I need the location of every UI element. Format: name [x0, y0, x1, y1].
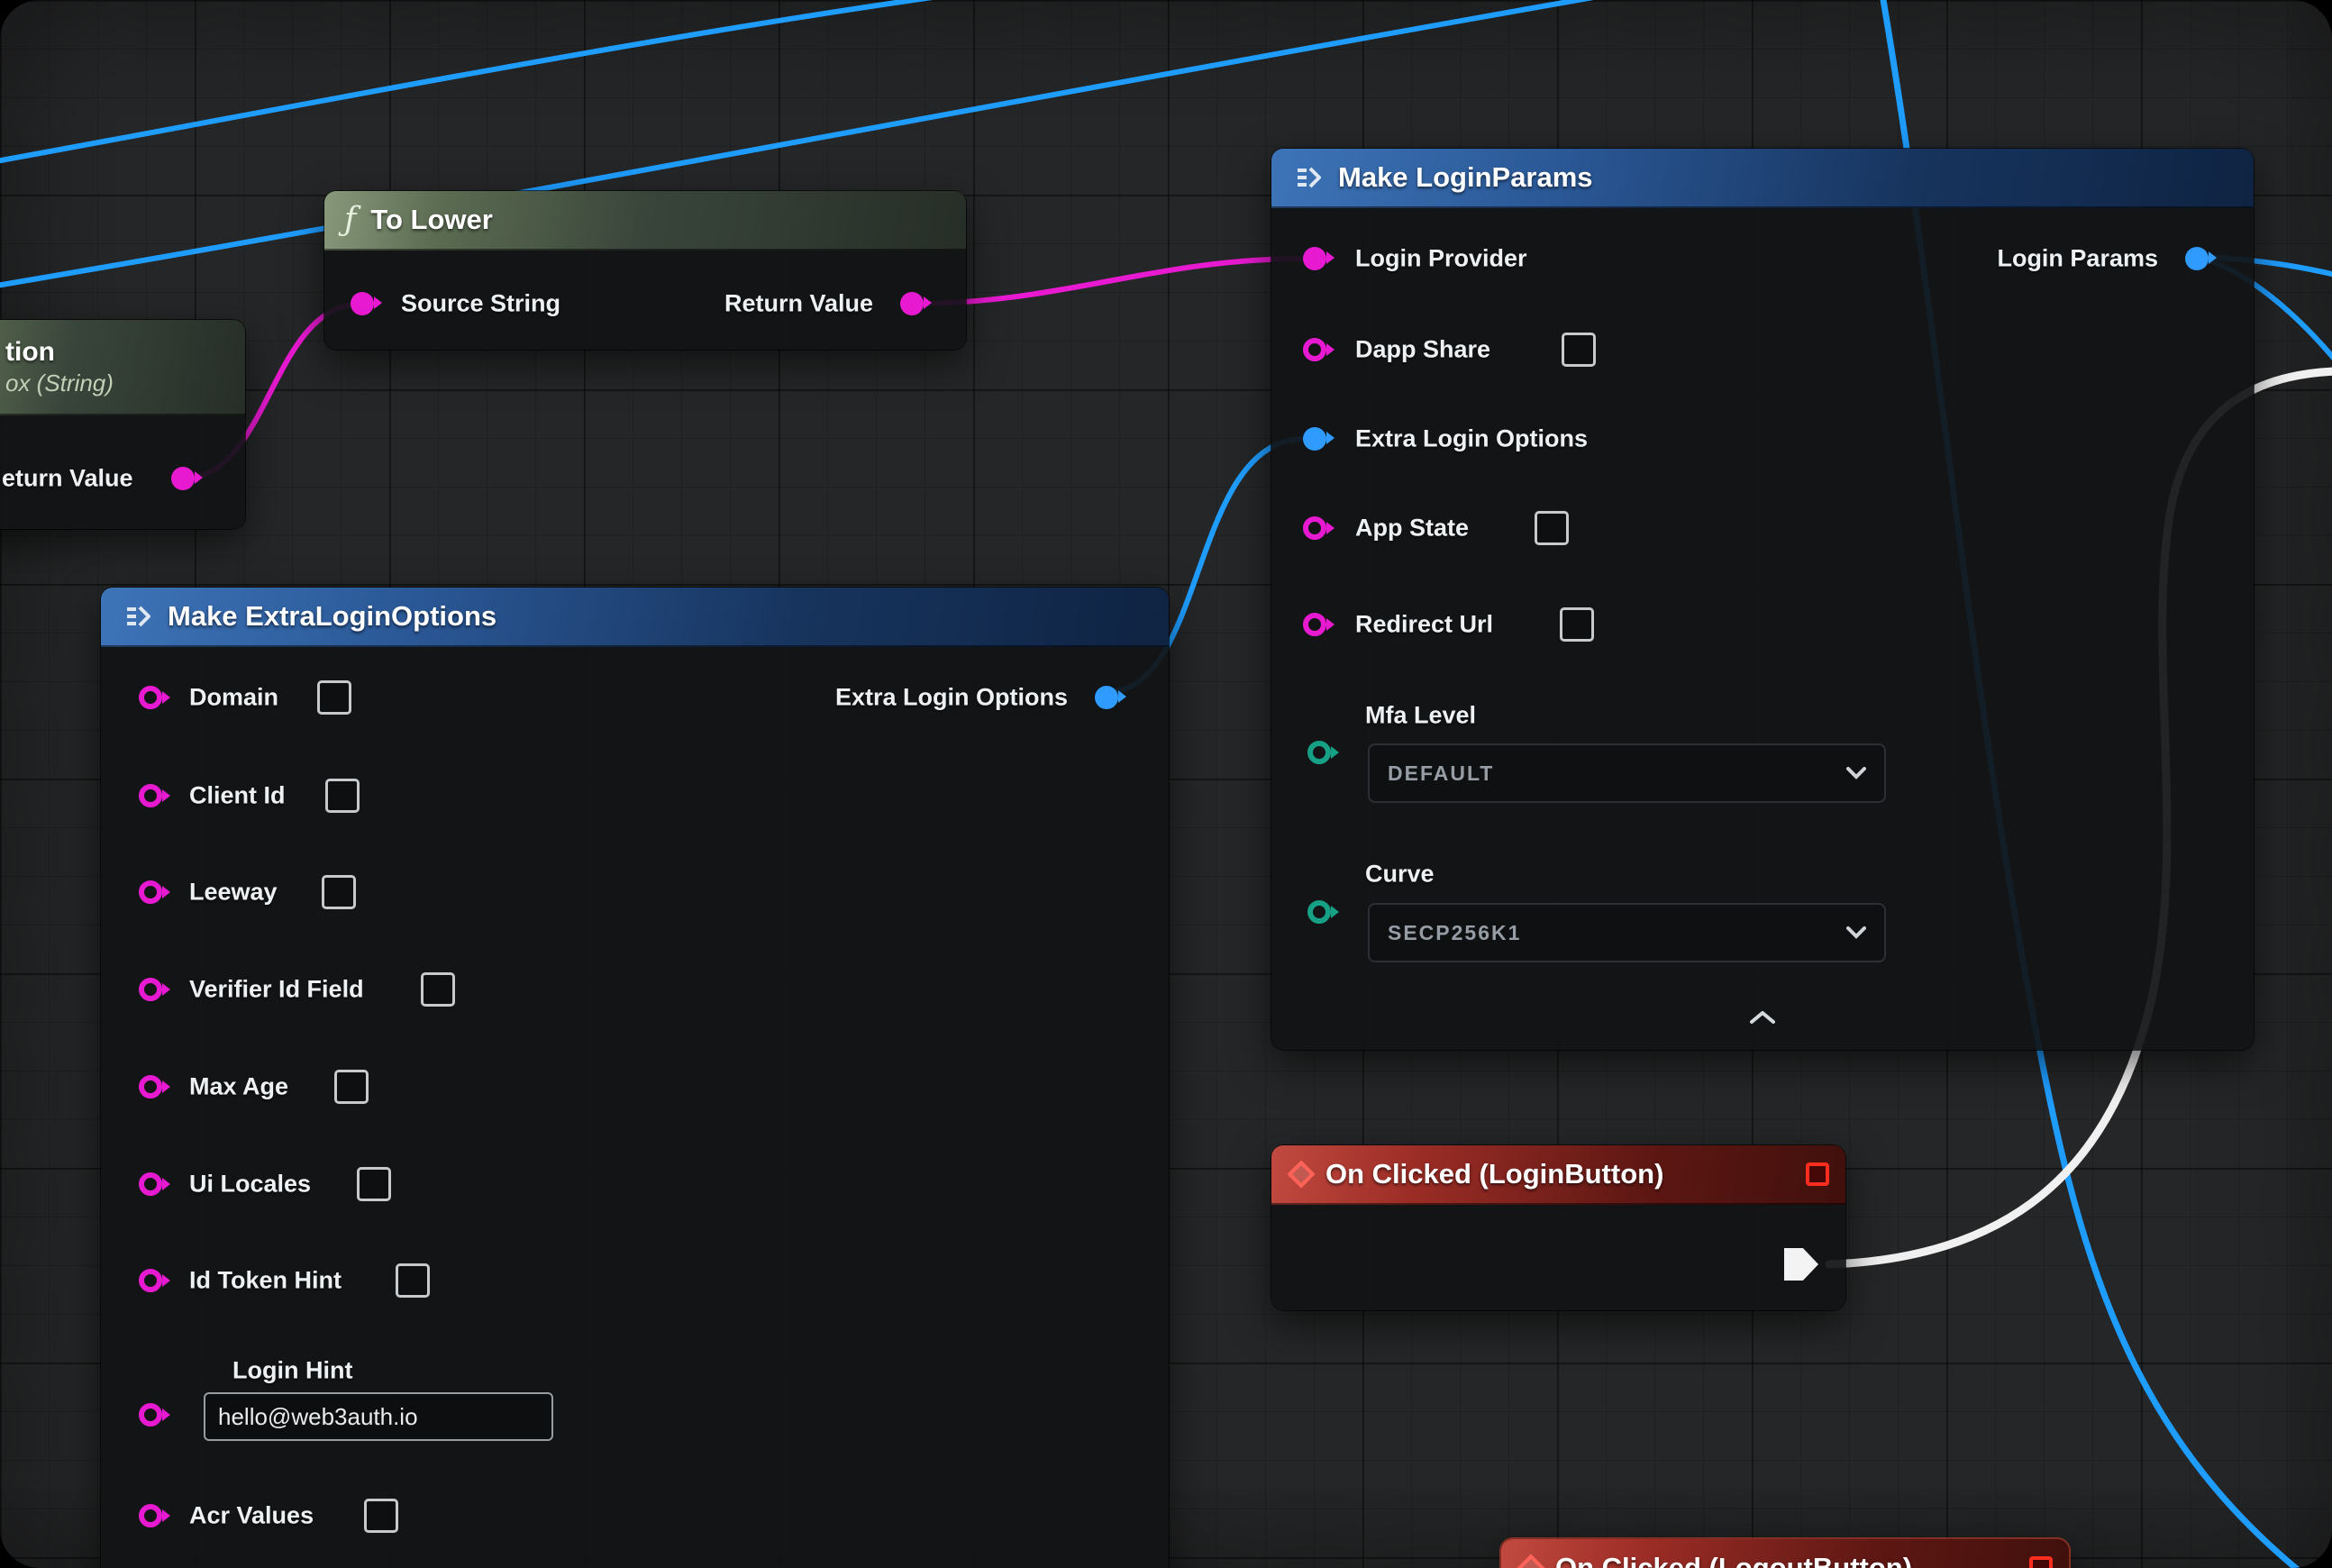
leeway-pin[interactable] [139, 880, 162, 904]
extra-login-options-out-label: Extra Login Options [835, 684, 1068, 712]
partial-node-title: tion [5, 337, 55, 368]
make-extraloginoptions-title: Make ExtraLoginOptions [168, 600, 496, 633]
event-icon [1517, 1554, 1544, 1568]
onclicked-logoutbutton-title: On Clicked (LogoutButton) [1555, 1552, 1912, 1568]
mfa-level-pin[interactable] [1307, 741, 1331, 764]
partial-output-label: eturn Value [2, 465, 133, 493]
mfa-level-dropdown[interactable]: DEFAULT [1368, 743, 1886, 803]
domain-label: Domain [189, 684, 278, 712]
node-make-loginparams[interactable]: Make LoginParams Login Provider Login Pa… [1271, 149, 2254, 1050]
return-value-pin[interactable] [900, 292, 924, 315]
id-token-hint-pin[interactable] [139, 1269, 162, 1292]
id-token-hint-label: Id Token Hint [189, 1267, 342, 1295]
node-to-lower[interactable]: ƒ To Lower Source String Return Value [324, 191, 966, 350]
delegate-pin[interactable] [2029, 1556, 2053, 1568]
to-lower-title: To Lower [370, 204, 492, 236]
max-age-pin[interactable] [139, 1075, 162, 1099]
source-string-pin[interactable] [351, 292, 374, 315]
acr-values-checkbox[interactable] [364, 1499, 398, 1533]
curve-pin[interactable] [1307, 900, 1331, 924]
node-onclicked-loginbutton[interactable]: On Clicked (LoginButton) [1271, 1145, 1845, 1310]
ui-locales-label: Ui Locales [189, 1171, 311, 1199]
domain-checkbox[interactable] [317, 680, 351, 715]
verifier-id-field-label: Verifier Id Field [189, 976, 364, 1004]
extra-login-options-in-pin[interactable] [1303, 427, 1326, 451]
curve-value: SECP256K1 [1388, 921, 1521, 945]
leeway-checkbox[interactable] [322, 875, 356, 909]
extra-login-options-out-pin[interactable] [1095, 686, 1118, 709]
verifier-id-field-checkbox[interactable] [421, 972, 455, 1007]
ui-locales-pin[interactable] [139, 1172, 162, 1196]
verifier-id-field-pin[interactable] [139, 978, 162, 1001]
client-id-pin[interactable] [139, 784, 162, 807]
exec-out-pin[interactable] [1784, 1248, 1818, 1281]
dapp-share-label: Dapp Share [1355, 336, 1490, 364]
delegate-pin[interactable] [1806, 1162, 1829, 1186]
max-age-checkbox[interactable] [334, 1070, 369, 1104]
function-icon: ƒ [344, 204, 356, 236]
partial-node-subtitle: ox (String) [5, 369, 114, 397]
collapse-node-chevron[interactable] [1747, 1009, 1778, 1030]
app-state-pin[interactable] [1303, 516, 1326, 540]
chevron-down-icon [1846, 926, 1866, 939]
client-id-label: Client Id [189, 782, 286, 810]
node-onclicked-logoutbutton[interactable]: On Clicked (LogoutButton) [1501, 1539, 2069, 1568]
wire-tolower-to-loginprovider[interactable] [912, 259, 1305, 304]
login-hint-pin[interactable] [139, 1403, 162, 1427]
make-struct-icon [121, 600, 153, 633]
node-partial-left[interactable]: tion ox (String) eturn Value [0, 320, 245, 529]
chevron-up-icon [1747, 1009, 1778, 1026]
source-string-label: Source String [401, 290, 560, 318]
ui-locales-checkbox[interactable] [357, 1167, 391, 1201]
mfa-level-label: Mfa Level [1365, 702, 1476, 730]
dapp-share-pin[interactable] [1303, 338, 1326, 361]
login-hint-input[interactable] [204, 1392, 553, 1441]
max-age-label: Max Age [189, 1073, 288, 1101]
make-struct-icon [1291, 161, 1324, 194]
redirect-url-label: Redirect Url [1355, 611, 1493, 639]
login-hint-label: Login Hint [232, 1357, 352, 1385]
blueprint-graph-canvas[interactable]: tion ox (String) eturn Value ƒ To Lower … [0, 0, 2332, 1568]
mfa-level-value: DEFAULT [1388, 761, 1494, 786]
app-state-label: App State [1355, 515, 1469, 542]
chevron-down-icon [1846, 767, 1866, 779]
login-provider-label: Login Provider [1355, 245, 1527, 273]
partial-return-value-pin[interactable] [171, 467, 195, 490]
redirect-url-checkbox[interactable] [1560, 607, 1594, 642]
domain-pin[interactable] [139, 686, 162, 709]
leeway-label: Leeway [189, 879, 278, 907]
client-id-checkbox[interactable] [325, 779, 360, 813]
return-value-label: Return Value [724, 290, 873, 318]
acr-values-label: Acr Values [189, 1502, 314, 1530]
onclicked-loginbutton-title: On Clicked (LoginButton) [1325, 1158, 1663, 1190]
login-params-out-label: Login Params [1997, 245, 2158, 273]
redirect-url-pin[interactable] [1303, 613, 1326, 636]
extra-login-options-in-label: Extra Login Options [1355, 425, 1588, 453]
curve-label: Curve [1365, 861, 1435, 889]
id-token-hint-checkbox[interactable] [396, 1263, 430, 1298]
curve-dropdown[interactable]: SECP256K1 [1368, 903, 1886, 962]
app-state-checkbox[interactable] [1535, 511, 1569, 545]
event-icon [1287, 1160, 1315, 1188]
make-loginparams-title: Make LoginParams [1338, 161, 1593, 194]
login-params-out-pin[interactable] [2185, 247, 2209, 270]
acr-values-pin[interactable] [139, 1504, 162, 1527]
node-make-extraloginoptions[interactable]: Make ExtraLoginOptions Domain Extra Logi… [101, 588, 1169, 1568]
dapp-share-checkbox[interactable] [1562, 333, 1596, 367]
login-provider-pin[interactable] [1303, 247, 1326, 270]
